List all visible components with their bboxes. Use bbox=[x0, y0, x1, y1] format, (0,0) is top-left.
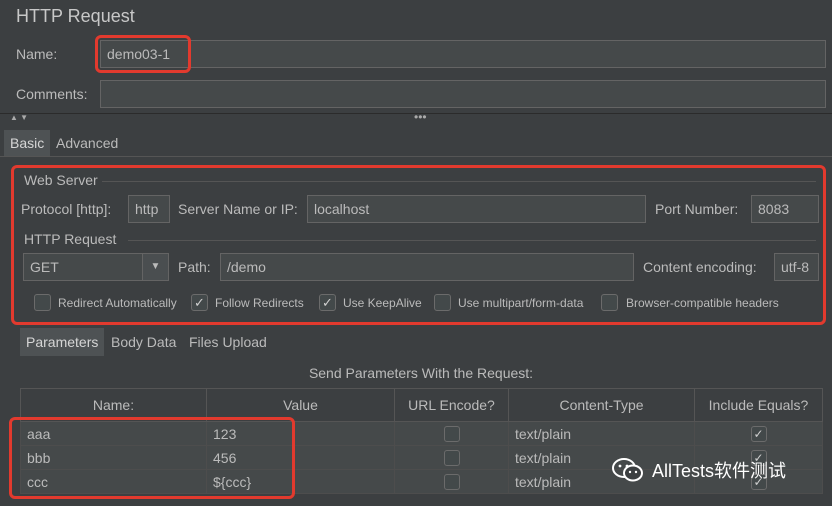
watermark: AllTests软件测试 bbox=[612, 452, 822, 488]
col-header-value[interactable]: Value bbox=[206, 388, 395, 422]
tab-files-upload[interactable]: Files Upload bbox=[183, 328, 273, 356]
param-name-cell[interactable]: ccc bbox=[20, 469, 207, 494]
server-label: Server Name or IP: bbox=[178, 201, 298, 217]
follow-redirects-checkbox[interactable]: ✓ bbox=[191, 294, 208, 311]
splitter-grip-icon[interactable]: ••• bbox=[414, 110, 427, 124]
wechat-icon bbox=[612, 457, 644, 483]
group-separator bbox=[128, 240, 816, 241]
param-value-cell[interactable]: ${ccc} bbox=[206, 469, 395, 494]
url-encode-cell[interactable] bbox=[394, 469, 509, 494]
watermark-text: AllTests软件测试 bbox=[652, 461, 787, 481]
use-multipart-label: Use multipart/form-data bbox=[458, 296, 584, 310]
path-label: Path: bbox=[178, 259, 211, 275]
comments-input[interactable] bbox=[100, 80, 826, 108]
tab-body-data[interactable]: Body Data bbox=[105, 328, 182, 356]
splitter-bar[interactable]: ▲ ▼ ••• bbox=[0, 110, 832, 124]
name-input[interactable]: demo03-1 bbox=[100, 40, 826, 68]
method-value: GET bbox=[30, 259, 59, 275]
col-header-include-equals[interactable]: Include Equals? bbox=[694, 388, 823, 422]
server-input[interactable]: localhost bbox=[307, 195, 646, 223]
path-input[interactable]: /demo bbox=[220, 253, 634, 281]
params-caption: Send Parameters With the Request: bbox=[308, 365, 534, 381]
content-type-cell[interactable]: text/plain bbox=[508, 421, 695, 446]
browser-compatible-checkbox[interactable] bbox=[601, 294, 618, 311]
col-header-name[interactable]: Name: bbox=[20, 388, 207, 422]
panel-title: HTTP Request bbox=[16, 6, 135, 26]
protocol-input[interactable]: http bbox=[128, 195, 170, 223]
param-value-cell[interactable]: 123 bbox=[206, 421, 395, 446]
port-input[interactable]: 8083 bbox=[751, 195, 819, 223]
checkmark-icon: ✓ bbox=[194, 295, 205, 310]
encoding-label: Content encoding: bbox=[643, 259, 757, 275]
http-request-group-title: HTTP Request bbox=[24, 231, 117, 247]
col-header-content-type[interactable]: Content-Type bbox=[508, 388, 695, 422]
col-header-url-encode[interactable]: URL Encode? bbox=[394, 388, 509, 422]
port-label: Port Number: bbox=[655, 201, 739, 217]
use-keepalive-checkbox[interactable]: ✓ bbox=[319, 294, 336, 311]
browser-compatible-label: Browser-compatible headers bbox=[626, 296, 779, 310]
protocol-label: Protocol [http]: bbox=[21, 201, 112, 217]
web-server-group-title: Web Server bbox=[24, 172, 98, 188]
url-encode-cell[interactable] bbox=[394, 421, 509, 446]
url-encode-cell[interactable] bbox=[394, 445, 509, 470]
include-equals-checkbox[interactable]: ✓ bbox=[750, 426, 767, 443]
use-keepalive-label: Use KeepAlive bbox=[343, 296, 422, 310]
redirect-automatically-label: Redirect Automatically bbox=[58, 296, 177, 310]
param-name-cell[interactable]: aaa bbox=[20, 421, 207, 446]
url-encode-checkbox[interactable] bbox=[443, 426, 460, 443]
encoding-input[interactable]: utf-8 bbox=[774, 253, 819, 281]
param-name-cell[interactable]: bbb bbox=[20, 445, 207, 470]
use-multipart-checkbox[interactable] bbox=[434, 294, 451, 311]
comments-label: Comments: bbox=[16, 86, 88, 102]
redirect-automatically-checkbox[interactable] bbox=[34, 294, 51, 311]
tab-parameters[interactable]: Parameters bbox=[20, 328, 105, 356]
tab-basic[interactable]: Basic bbox=[4, 130, 51, 156]
table-row[interactable]: aaa 123 text/plain ✓ bbox=[20, 421, 823, 446]
follow-redirects-label: Follow Redirects bbox=[215, 296, 304, 310]
group-separator bbox=[102, 181, 816, 182]
tab-underline bbox=[0, 156, 832, 157]
name-label: Name: bbox=[16, 46, 58, 62]
url-encode-checkbox[interactable] bbox=[443, 474, 460, 491]
tab-advanced[interactable]: Advanced bbox=[50, 130, 124, 156]
url-encode-checkbox[interactable] bbox=[443, 450, 460, 467]
param-value-cell[interactable]: 456 bbox=[206, 445, 395, 470]
chevron-down-icon[interactable]: ▼ bbox=[142, 254, 168, 280]
method-select[interactable]: GET ▼ bbox=[23, 253, 169, 281]
include-equals-cell[interactable]: ✓ bbox=[694, 421, 823, 446]
checkmark-icon: ✓ bbox=[322, 295, 333, 310]
collapse-arrows-icon[interactable]: ▲ ▼ bbox=[10, 113, 28, 122]
